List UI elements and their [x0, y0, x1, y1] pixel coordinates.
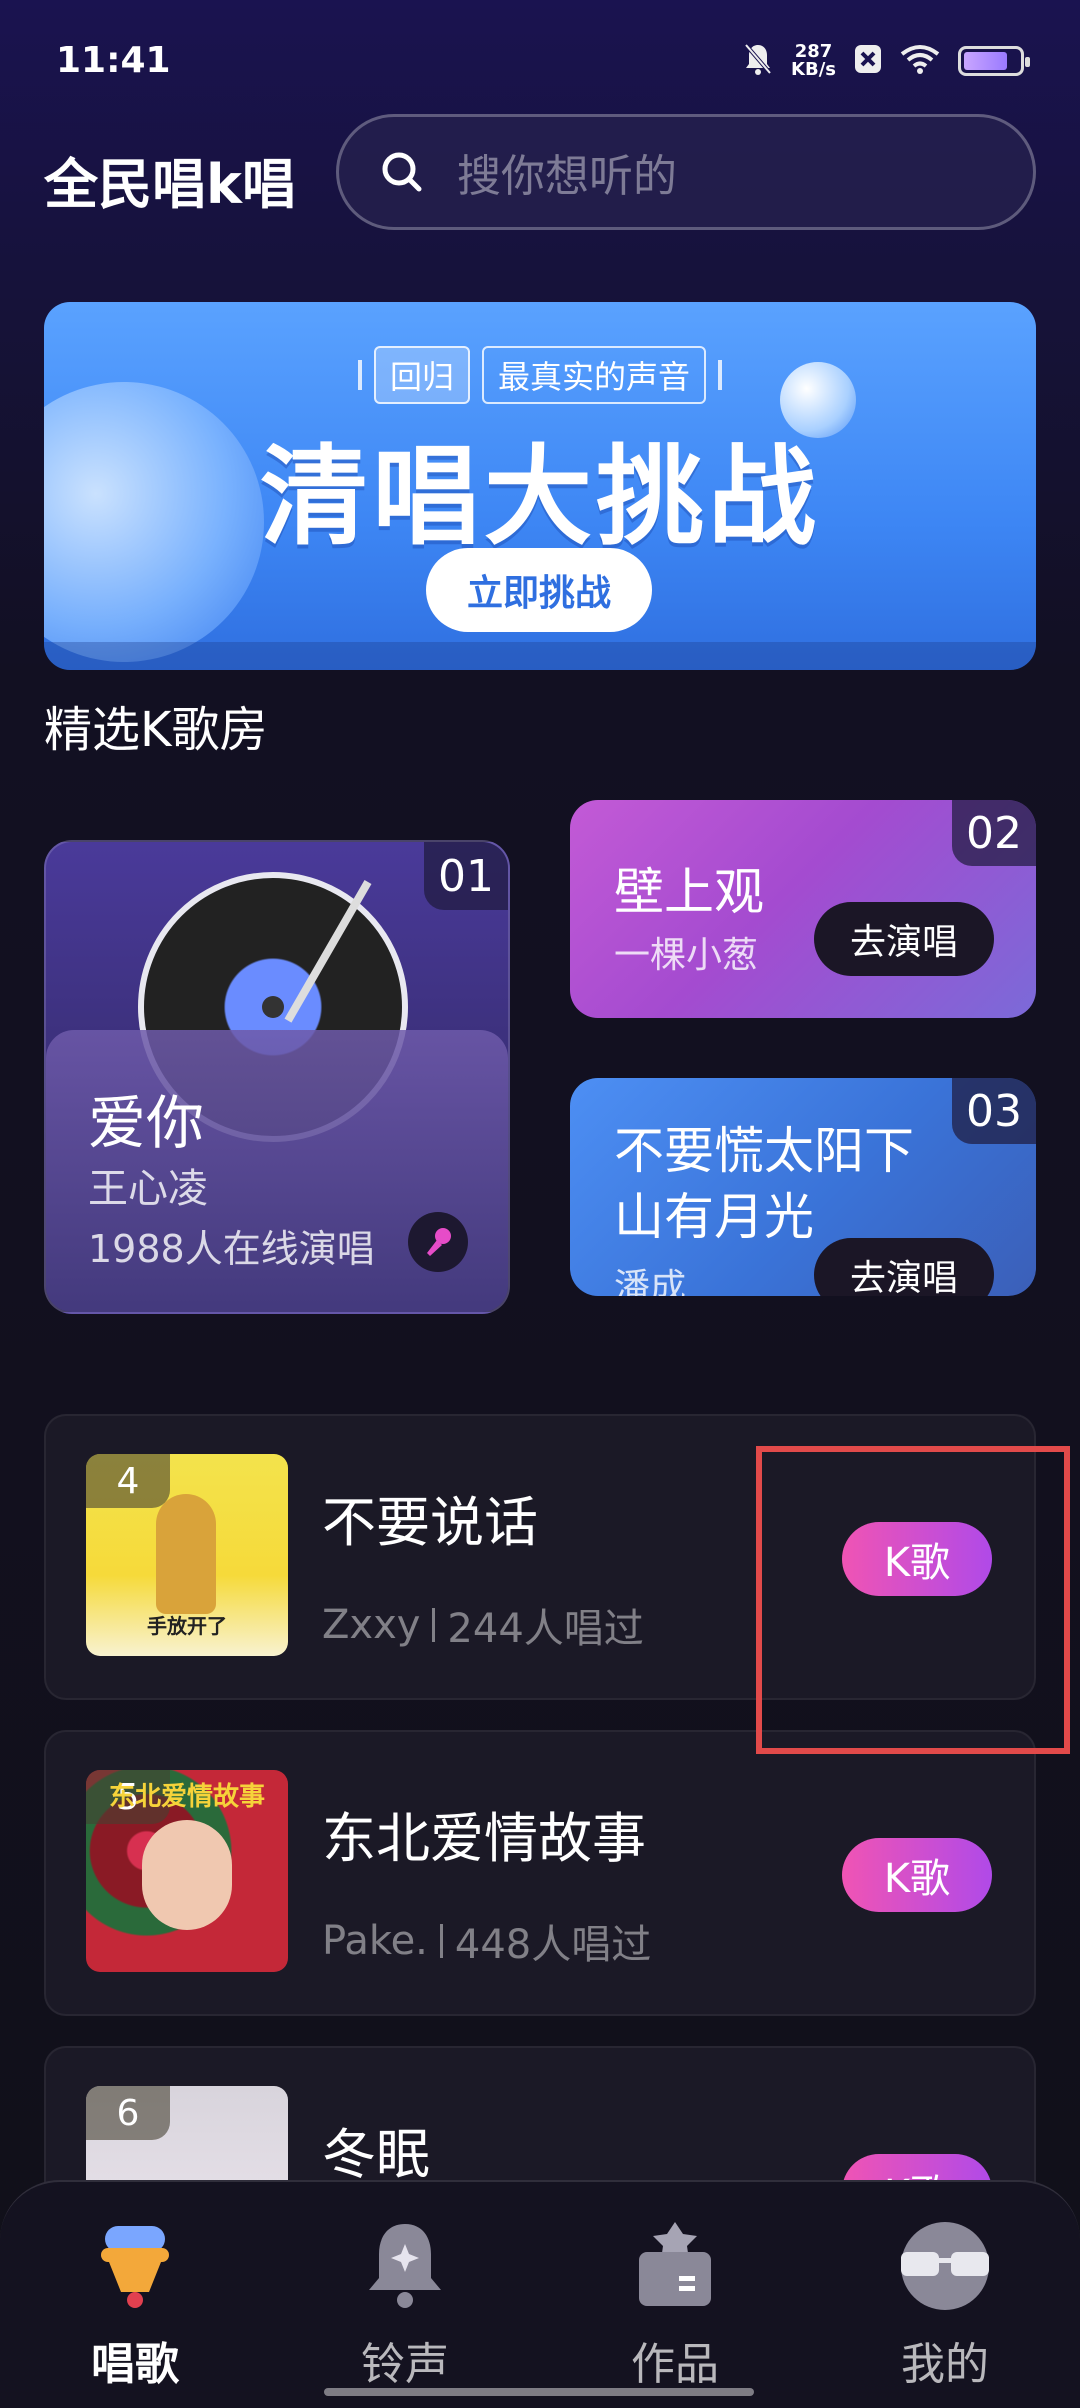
room-number: 02 [952, 800, 1036, 866]
room-artist: 一棵小葱 [614, 935, 759, 976]
song-name: 不要说话 [322, 1491, 538, 1554]
banner-tag-left: 回归 [373, 346, 470, 404]
room-online-count: 1988人在线演唱 [88, 1227, 375, 1271]
room-number: 03 [952, 1078, 1036, 1144]
divider [432, 1608, 436, 1642]
song-sung-count: 448人唱过 [454, 1922, 652, 1968]
room-card-featured[interactable]: 01 爱你 王心凌 1988人在线演唱 [44, 840, 510, 1314]
cover-figure [156, 1494, 216, 1614]
nav-item-sing[interactable]: 唱歌 [35, 2218, 235, 2408]
avatar-glasses-icon [897, 2218, 993, 2314]
divider [439, 1924, 443, 1958]
nav-item-works[interactable]: 作品 [575, 2218, 775, 2408]
promo-banner[interactable]: 回归 最真实的声音 清唱大挑战 立即挑战 [44, 302, 1036, 670]
cover-figure [142, 1820, 232, 1930]
net-speed-unit: KB/s [791, 59, 836, 80]
microphone-icon [87, 2218, 183, 2314]
room-info: 爱你 王心凌 1988人在线演唱 [46, 1030, 508, 1312]
song-meta: Pake. 448人唱过 [322, 1912, 651, 1970]
banner-footer [44, 642, 1036, 670]
status-icons: 287 KB/s [743, 42, 1030, 80]
battery-icon [958, 46, 1030, 76]
microphone-icon[interactable] [408, 1212, 468, 1272]
song-artist: Zxxy [322, 1602, 421, 1648]
status-time: 11:41 [56, 40, 171, 81]
room-song: 壁上观 [614, 863, 764, 921]
song-list-item[interactable]: 5 东北爱情故事 东北爱情故事 Pake. 448人唱过 K歌 [44, 1730, 1036, 2016]
song-cover: 4 手放开了 [86, 1454, 288, 1656]
section-title: 精选K歌房 [44, 702, 268, 758]
song-sung-count: 244人唱过 [447, 1606, 644, 1652]
go-sing-button[interactable]: 去演唱 [814, 902, 994, 976]
bell-icon [357, 2218, 453, 2314]
song-name: 东北爱情故事 [322, 1807, 646, 1870]
song-name: 冬眠 [322, 2123, 430, 2186]
divider [357, 360, 362, 390]
search-placeholder: 搜你想听的 [457, 151, 677, 202]
status-bar: 11:41 287 KB/s [0, 0, 1080, 120]
cover-text: 手放开了 [147, 1614, 227, 1638]
home-indicator [324, 2388, 754, 2396]
challenge-button[interactable]: 立即挑战 [426, 548, 652, 632]
works-box-icon [627, 2218, 723, 2314]
bell-muted-icon [743, 42, 773, 80]
nav-label: 我的 [901, 2339, 989, 2390]
highlight-box [756, 1446, 1070, 1754]
close-box-icon [854, 44, 882, 78]
wifi-icon [900, 44, 940, 78]
nav-item-mine[interactable]: 我的 [845, 2218, 1045, 2408]
song-cover: 5 东北爱情故事 [86, 1770, 288, 1972]
room-song: 不要慌太阳下山有月光 [614, 1122, 914, 1246]
banner-tags: 回归 最真实的声音 [44, 346, 1036, 404]
banner-tag-right: 最真实的声音 [482, 346, 707, 404]
divider [718, 360, 723, 390]
nav-item-ringtone[interactable]: 铃声 [305, 2218, 505, 2408]
banner-title: 清唱大挑战 [259, 435, 820, 560]
song-meta: Zxxy 244人唱过 [322, 1596, 644, 1654]
song-rank: 4 [86, 1454, 170, 1508]
room-number: 01 [424, 842, 508, 910]
go-sing-button[interactable]: 去演唱 [814, 1238, 994, 1296]
room-artist: 潘成 [614, 1267, 687, 1296]
nav-label: 作品 [631, 2339, 719, 2390]
room-song: 爱你 [88, 1089, 205, 1157]
search-input[interactable]: 搜你想听的 [336, 114, 1036, 230]
room-card-02[interactable]: 02 壁上观 一棵小葱 去演唱 [570, 800, 1036, 1018]
cover-text: 东北爱情故事 [108, 1782, 265, 1812]
net-speed: 287 KB/s [791, 43, 836, 79]
battery-level [964, 52, 1008, 70]
k-song-button[interactable]: K歌 [842, 1838, 992, 1912]
song-artist: Pake. [322, 1918, 428, 1964]
nav-label: 唱歌 [91, 2339, 179, 2390]
search-icon [382, 152, 422, 192]
room-artist: 王心凌 [88, 1166, 208, 1212]
song-rank: 6 [86, 2086, 170, 2140]
app-title: 全民唱k唱 [44, 153, 296, 216]
nav-label: 铃声 [361, 2339, 449, 2390]
room-card-03[interactable]: 03 不要慌太阳下山有月光 潘成 去演唱 [570, 1078, 1036, 1296]
bottom-nav: 唱歌 铃声 作品 我的 [0, 2180, 1080, 2408]
